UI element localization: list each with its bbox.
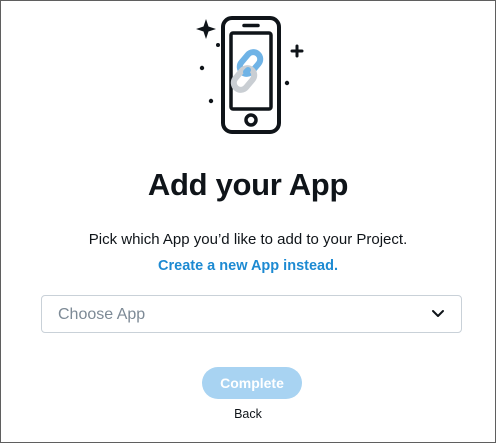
phone-link-icon (196, 16, 304, 134)
dialog-subtitle: Pick which App you’d like to add to your… (88, 231, 408, 248)
page-title: Add your App (147, 167, 349, 202)
add-app-dialog: Add your App Pick which App you’d like t… (0, 0, 496, 443)
choose-app-select[interactable]: Choose App (41, 295, 462, 333)
choose-app-placeholder: Choose App (58, 306, 146, 323)
create-new-app-link[interactable]: Create a new App instead. (1, 258, 495, 274)
back-button[interactable]: Back (1, 407, 495, 421)
complete-button[interactable]: Complete (202, 367, 302, 399)
chevron-down-icon (432, 310, 444, 317)
